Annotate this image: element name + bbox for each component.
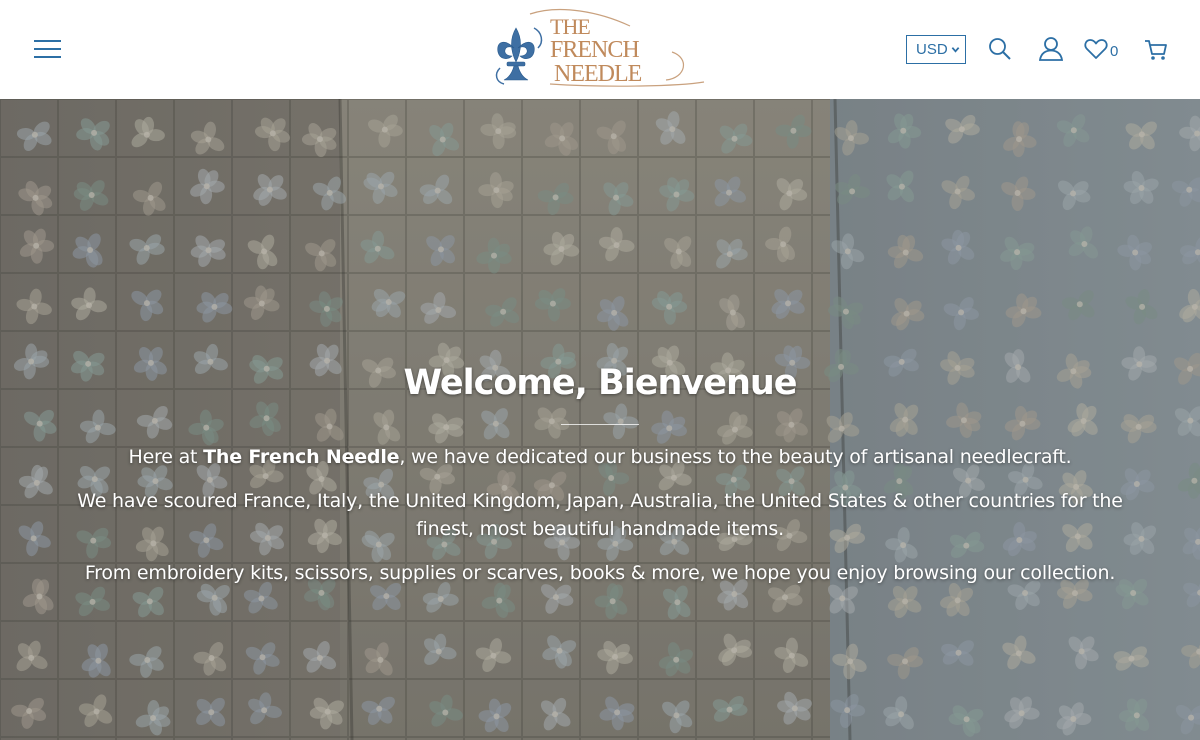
menu-icon[interactable]	[34, 38, 62, 60]
account-button[interactable]	[1038, 36, 1064, 62]
wishlist-count: 0	[1110, 43, 1119, 60]
hero-paragraph-3: From embroidery kits, scissors, supplies…	[84, 562, 1116, 584]
menu-bar	[34, 40, 61, 42]
account-icon	[1038, 37, 1064, 61]
hero-paragraph-1: Here at The French Needle, we have dedic…	[40, 443, 1160, 471]
currency-select[interactable]: USD	[906, 35, 966, 64]
menu-bar	[34, 56, 61, 58]
cart-icon	[1145, 40, 1167, 60]
hero-content: Welcome, Bienvenue Here at The French Ne…	[40, 362, 1160, 603]
hero-p1-suffix: , we have dedicated our business to the …	[399, 446, 1072, 468]
search-button[interactable]	[988, 37, 1012, 61]
chevron-down-icon	[951, 47, 960, 53]
wishlist-button[interactable]: 0	[1084, 37, 1124, 63]
brand-name: The French Needle	[203, 446, 400, 468]
hero-title: Welcome, Bienvenue	[403, 363, 797, 403]
currency-value: USD	[916, 41, 948, 58]
site-header: THE FRENCH NEEDLE USD 0	[0, 0, 1200, 99]
logo-line-3: NEEDLE	[554, 61, 642, 87]
hero-p1-prefix: Here at	[128, 446, 204, 468]
logo-line-2: FRENCH	[550, 37, 640, 63]
title-divider	[561, 424, 639, 425]
hero-paragraph-2: We have scoured France, Italy, the Unite…	[77, 490, 1123, 540]
search-icon	[989, 38, 1011, 60]
cart-button[interactable]	[1143, 37, 1169, 63]
logo-line-1: THE	[550, 14, 591, 39]
heart-icon	[1084, 39, 1108, 59]
site-logo[interactable]: THE FRENCH NEEDLE	[490, 8, 710, 90]
menu-bar	[34, 48, 61, 50]
hero-banner: Welcome, Bienvenue Here at The French Ne…	[0, 99, 1200, 740]
